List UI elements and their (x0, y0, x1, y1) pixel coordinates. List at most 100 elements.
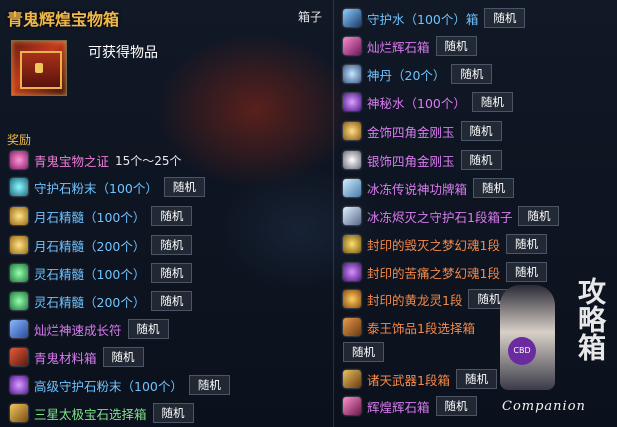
reward-item[interactable]: 封印的黄龙灵1段 随机 (343, 289, 510, 309)
reward-item-name: 神秘水（100个） (367, 95, 466, 111)
reward-item-name: 灵石精髓（100个） (34, 266, 146, 282)
random-tag: 随机 (151, 206, 193, 226)
sealed-soul-icon (343, 235, 361, 253)
reward-item[interactable]: 灿烂辉石箱 随机 (343, 36, 477, 56)
reward-item-name: 封印的黄龙灵1段 (367, 292, 463, 308)
reward-item-name: 封印的苦痛之梦幻魂1段 (367, 265, 500, 281)
weapon-box-icon (343, 370, 361, 388)
random-tag: 随机 (152, 403, 194, 423)
spiritstone-icon (10, 292, 28, 310)
random-tag: 随机 (151, 263, 193, 283)
sealed-dragon-icon (343, 290, 361, 308)
companion-badge: CBD (508, 337, 536, 365)
companion-label: Companion (502, 399, 586, 414)
reward-item[interactable]: 三星太极宝石选择箱 随机 (10, 403, 194, 423)
gold-diamond-icon (343, 122, 361, 140)
random-tag: 随机 (343, 342, 384, 362)
companion-watermark: CBD 攻略箱 Companion (490, 275, 615, 425)
reward-item-name: 月石精髓（100个） (34, 209, 146, 225)
random-tag: 随机 (518, 206, 560, 226)
random-tag: 随机 (505, 234, 547, 254)
reward-item[interactable]: 灿烂神速成长符 随机 (10, 319, 169, 339)
reward-item[interactable]: 青鬼宝物之证 15个～25个 (10, 150, 182, 170)
reward-item-name: 冰冻传说神功牌箱 (367, 181, 468, 197)
reward-item-name: 灵石精髓（200个） (34, 294, 146, 310)
item-title: 青鬼辉煌宝物箱 (7, 10, 120, 29)
random-tag: 随机 (473, 178, 515, 198)
item-tooltip: 青鬼辉煌宝物箱 箱子 可获得物品 奖励 青鬼宝物之证 15个～25个 守护石粉末… (0, 0, 617, 427)
mystic-water-icon (343, 93, 361, 111)
obtain-label: 可获得物品 (88, 45, 158, 61)
growth-charm-icon (10, 320, 28, 338)
reward-item[interactable]: 冰冻传说神功牌箱 随机 (343, 178, 515, 198)
sealed-soul-icon (343, 263, 361, 281)
reward-item-name: 银饰四角金刚玉 (367, 153, 455, 169)
random-tag: 随机 (188, 375, 230, 395)
random-tag: 随机 (460, 121, 502, 141)
reward-item[interactable]: 守护石粉末（100个） 随机 (10, 177, 205, 197)
treasure-box-icon (11, 40, 67, 96)
random-tag: 随机 (102, 347, 144, 367)
random-tag: 随机 (151, 291, 193, 311)
moonstone-icon (10, 236, 28, 254)
reward-item[interactable]: 神秘水（100个） 随机 (343, 92, 513, 112)
material-box-icon (10, 348, 28, 366)
reward-item-name: 神丹（20个） (367, 67, 446, 83)
guardian-powder-icon (10, 178, 28, 196)
reward-item[interactable]: 神丹（20个） 随机 (343, 64, 493, 84)
reward-item-name: 辉煌辉石箱 (367, 399, 430, 415)
random-tag: 随机 (127, 319, 169, 339)
reward-item-name: 诸天武器1段箱 (367, 372, 450, 388)
random-tag: 随机 (163, 177, 205, 197)
random-tag: 随机 (460, 150, 502, 170)
random-tag: 随机 (471, 92, 513, 112)
companion-brush-text: 攻略箱 (574, 277, 607, 361)
random-tag: 随机 (484, 8, 526, 28)
column-divider (333, 0, 334, 427)
token-icon (10, 151, 28, 169)
reward-item-name: 灿烂神速成长符 (34, 322, 122, 338)
random-tag: 随机 (435, 36, 477, 56)
reward-item-name: 灿烂辉石箱 (367, 39, 430, 55)
reward-item-name: 封印的毁灭之梦幻魂1段 (367, 237, 500, 253)
reward-item[interactable]: 银饰四角金刚玉 随机 (343, 150, 502, 170)
reward-item[interactable]: 月石精髓（100个） 随机 (10, 206, 193, 226)
reward-heading: 奖励 (7, 133, 32, 147)
reward-item-tag-row: 随机 (337, 342, 384, 362)
reward-item-name: 金饰四角金刚玉 (367, 124, 455, 140)
reward-item-name: 守护水（100个）箱 (367, 11, 479, 27)
reward-item-name: 三星太极宝石选择箱 (34, 406, 147, 422)
frozen-guardian-box-icon (343, 207, 361, 225)
reward-item[interactable]: 诸天武器1段箱 随机 (343, 369, 497, 389)
reward-item-name: 泰王饰品1段选择箱 (367, 320, 475, 336)
reward-item[interactable]: 金饰四角金刚玉 随机 (343, 121, 502, 141)
reward-item[interactable]: 月石精髓（200个） 随机 (10, 235, 193, 255)
reward-item[interactable]: 封印的毁灭之梦幻魂1段 随机 (343, 234, 547, 254)
reward-item[interactable]: 泰王饰品1段选择箱 (343, 317, 475, 337)
box-lock (35, 63, 43, 73)
reward-item[interactable]: 辉煌辉石箱 随机 (343, 396, 477, 416)
moonstone-icon (10, 207, 28, 225)
random-tag: 随机 (151, 235, 193, 255)
reward-item[interactable]: 灵石精髓（100个） 随机 (10, 263, 193, 283)
reward-item[interactable]: 守护水（100个）箱 随机 (343, 8, 526, 28)
guardian-water-box-icon (343, 9, 361, 27)
reward-item-quantity: 15个～25个 (115, 153, 182, 168)
spiritstone-icon (10, 264, 28, 282)
reward-item[interactable]: 灵石精髓（200个） 随机 (10, 291, 193, 311)
gem-selection-box-icon (10, 404, 28, 422)
elixir-icon (343, 65, 361, 83)
reward-item-name: 冰冻烬灭之守护石1段箱子 (367, 209, 513, 225)
brilliant-stone-box-icon (343, 397, 361, 415)
silver-diamond-icon (343, 151, 361, 169)
reward-item[interactable]: 冰冻烬灭之守护石1段箱子 随机 (343, 206, 560, 226)
reward-item[interactable]: 高级守护石粉末（100个） 随机 (10, 375, 230, 395)
frozen-card-box-icon (343, 179, 361, 197)
reward-item-name: 青鬼材料箱 (34, 350, 97, 366)
reward-item-name: 守护石粉末（100个） (34, 180, 158, 196)
reward-item[interactable]: 青鬼材料箱 随机 (10, 347, 144, 367)
random-tag: 随机 (435, 396, 477, 416)
accessory-box-icon (343, 318, 361, 336)
reward-item-name: 高级守护石粉末（100个） (34, 378, 183, 394)
companion-character: CBD (500, 285, 555, 390)
